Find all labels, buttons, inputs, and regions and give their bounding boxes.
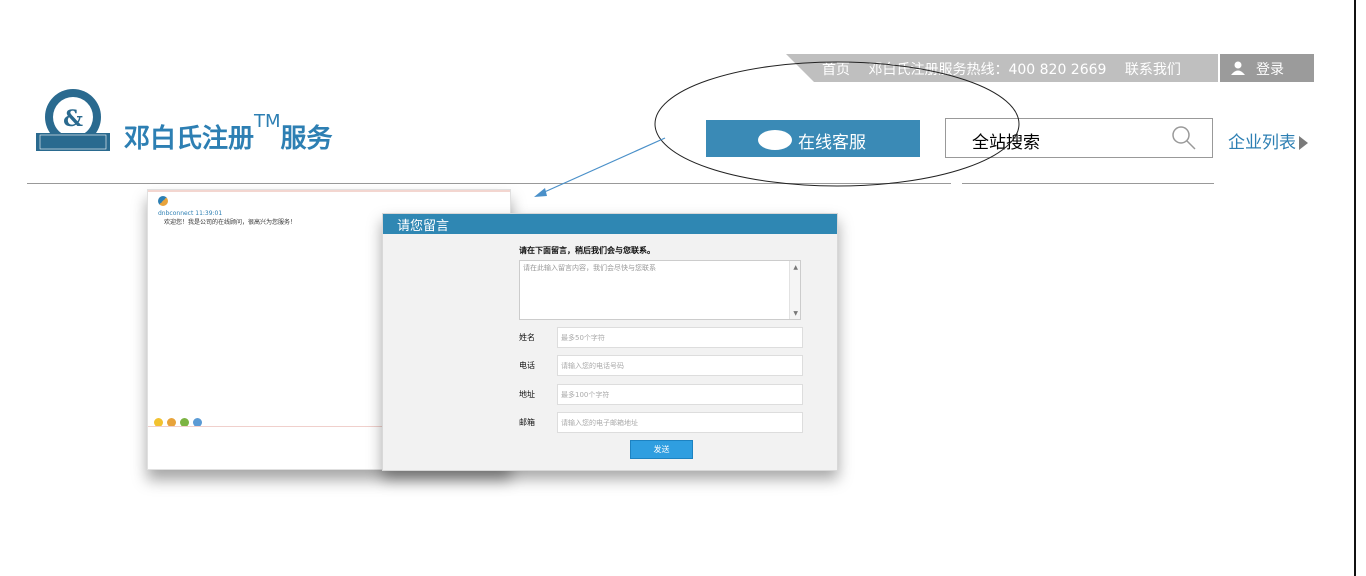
header-divider-right [962, 183, 1214, 184]
site-search-box[interactable]: 全站搜索 [945, 118, 1213, 158]
leave-message-dialog: 请您留言 请在下面留言，稍后我们会与您联系。 请在此输入留言内容，我们会尽快与您… [382, 213, 838, 471]
login-label: 登录 [1256, 62, 1284, 78]
annotation-arrow-line [539, 137, 666, 195]
phone-label: 电话 [519, 361, 535, 370]
scroll-down-icon[interactable]: ▼ [793, 310, 798, 317]
email-placeholder: 请输入您的电子邮箱地址 [561, 419, 638, 427]
email-field[interactable]: 请输入您的电子邮箱地址 [557, 412, 803, 433]
phone-field[interactable]: 请输入您的电话号码 [557, 355, 803, 376]
chat-toolbar [154, 412, 206, 427]
email-row: 邮箱 请输入您的电子邮箱地址 [519, 412, 803, 433]
hotline-text: 邓白氏注册服务热线：400 820 2669 [868, 62, 1107, 78]
name-field[interactable]: 最多50个字符 [557, 327, 803, 348]
name-placeholder: 最多50个字符 [561, 334, 605, 342]
agent-avatar-icon [158, 196, 168, 206]
address-field[interactable]: 最多100个字符 [557, 384, 803, 405]
dialog-intro: 请在下面留言，稍后我们会与您联系。 [519, 246, 655, 255]
chat-sender: dnbconnect 11:39:01 [158, 210, 223, 217]
online-service-label: 在线客服 [798, 133, 866, 153]
search-icon[interactable] [1170, 124, 1198, 152]
online-service-button[interactable]: 在线客服 [706, 120, 920, 157]
phone-row: 电话 请输入您的电话号码 [519, 355, 803, 376]
contact-link[interactable]: 联系我们 [1125, 62, 1181, 78]
phone-placeholder: 请输入您的电话号码 [561, 362, 624, 370]
company-list-label: 企业列表 [1228, 133, 1296, 153]
site-title: 邓白氏注册TM服务 [124, 111, 333, 155]
arrow-right-icon [1299, 136, 1308, 150]
top-nav-bar: 首页 邓白氏注册服务热线：400 820 2669 联系我们 [786, 54, 1218, 82]
email-label: 邮箱 [519, 418, 535, 427]
chat-window-top-border [148, 190, 510, 192]
message-content-textarea[interactable]: 请在此输入留言内容，我们会尽快与您联系 ▲ ▼ [519, 260, 801, 320]
name-label: 姓名 [519, 333, 535, 342]
user-icon [1231, 61, 1245, 75]
company-list-link[interactable]: 企业列表 [1228, 128, 1308, 153]
dnb-registered-logo: & [36, 89, 110, 151]
site-title-main: 邓白氏注册 [124, 124, 255, 154]
dialog-header [383, 214, 837, 234]
trademark: TM [254, 111, 281, 133]
send-button[interactable]: 发送 [630, 440, 693, 459]
dialog-title: 请您留言 [397, 219, 450, 234]
address-row: 地址 最多100个字符 [519, 384, 803, 405]
annotation-arrow-head [534, 188, 547, 197]
chat-message: 欢迎您！我是公司的在线顾问，很高兴为您服务！ [164, 219, 297, 226]
scroll-up-icon[interactable]: ▲ [793, 264, 798, 271]
svg-text:&: & [63, 106, 83, 132]
home-link[interactable]: 首页 [822, 62, 850, 78]
address-label: 地址 [519, 390, 535, 399]
header-divider [27, 183, 951, 184]
chat-bubble-icon [758, 130, 792, 150]
name-row: 姓名 最多50个字符 [519, 327, 803, 348]
right-edge-border [1354, 0, 1356, 576]
login-button[interactable]: 登录 [1220, 54, 1314, 82]
search-input[interactable]: 全站搜索 [972, 128, 1040, 153]
address-placeholder: 最多100个字符 [561, 391, 610, 399]
site-title-suffix: 服务 [280, 124, 333, 154]
message-content-placeholder: 请在此输入留言内容，我们会尽快与您联系 [523, 264, 656, 272]
